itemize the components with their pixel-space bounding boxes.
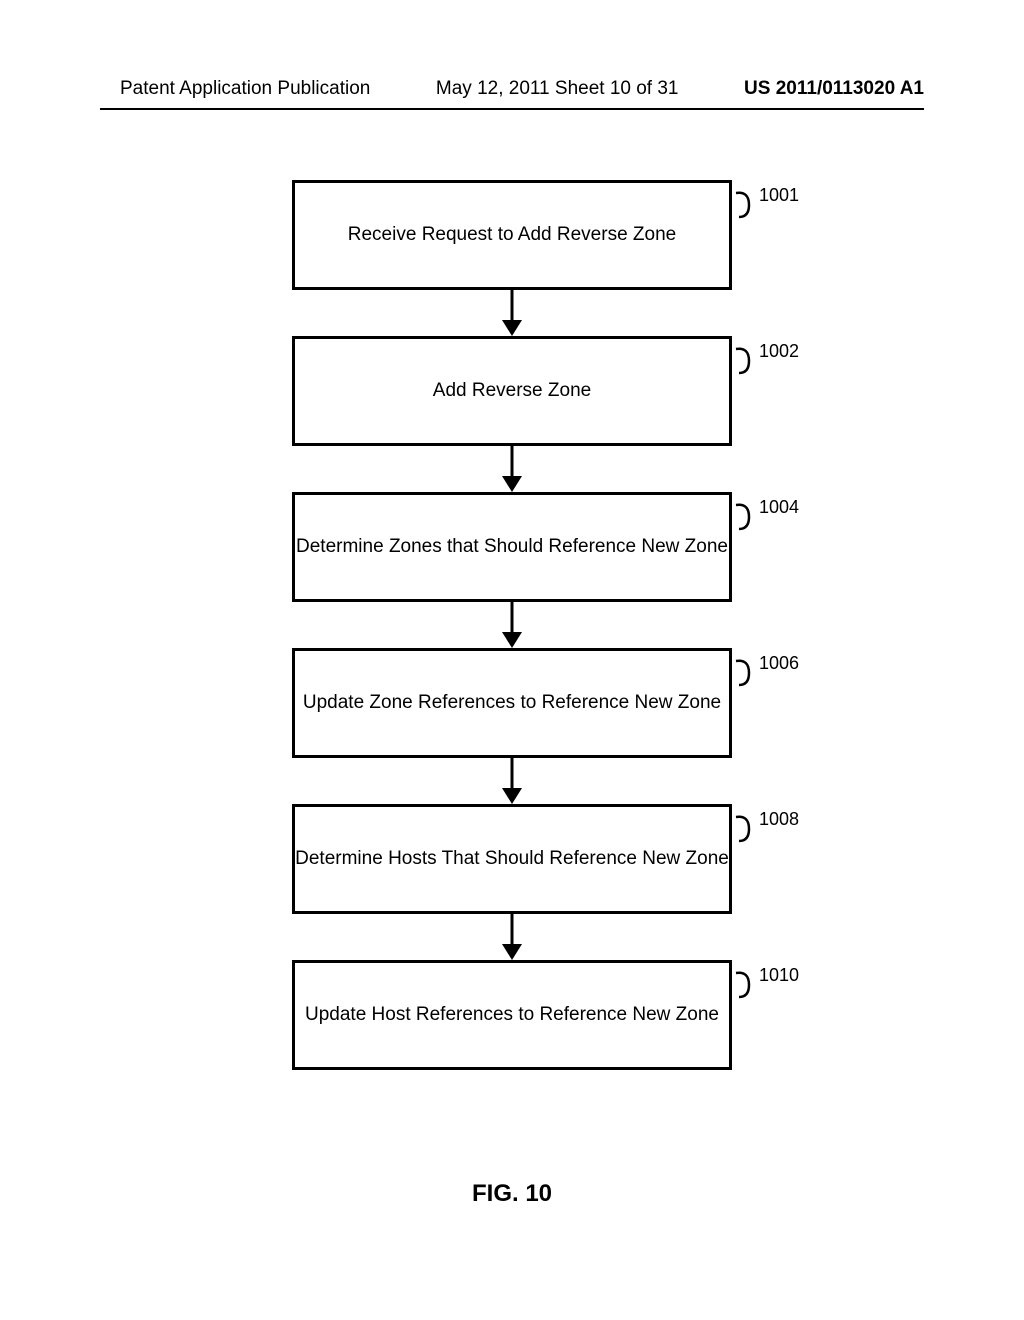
step-text: Determine Zones that Should Reference Ne… <box>296 536 728 558</box>
callout-hook-icon <box>735 659 757 687</box>
step-text: Determine Hosts That Should Reference Ne… <box>295 848 729 870</box>
reference-number: 1010 <box>759 965 799 986</box>
flow-node: Update Zone References to Reference New … <box>292 648 732 804</box>
step-text: Add Reverse Zone <box>433 380 591 402</box>
step-box-1002: Add Reverse Zone 1002 <box>292 336 732 446</box>
page-header: Patent Application Publication May 12, 2… <box>0 78 1024 100</box>
flow-node: Add Reverse Zone 1002 <box>292 336 732 492</box>
step-box-1006: Update Zone References to Reference New … <box>292 648 732 758</box>
callout-hook-icon <box>735 347 757 375</box>
flow-arrow <box>292 758 732 804</box>
figure-label: FIG. 10 <box>0 1180 1024 1208</box>
step-box-1008: Determine Hosts That Should Reference Ne… <box>292 804 732 914</box>
flow-node: Receive Request to Add Reverse Zone 1001 <box>292 180 732 336</box>
flowchart: Receive Request to Add Reverse Zone 1001… <box>0 180 1024 1070</box>
reference-callout: 1001 <box>735 191 799 219</box>
reference-callout: 1004 <box>735 503 799 531</box>
reference-number: 1008 <box>759 809 799 830</box>
reference-callout: 1006 <box>735 659 799 687</box>
step-text: Update Zone References to Reference New … <box>303 692 721 714</box>
flow-node: Determine Hosts That Should Reference Ne… <box>292 804 732 960</box>
header-right: US 2011/0113020 A1 <box>744 78 924 100</box>
callout-hook-icon <box>735 503 757 531</box>
step-box-1001: Receive Request to Add Reverse Zone 1001 <box>292 180 732 290</box>
page: Patent Application Publication May 12, 2… <box>0 0 1024 1320</box>
callout-hook-icon <box>735 815 757 843</box>
flow-node: Determine Zones that Should Reference Ne… <box>292 492 732 648</box>
reference-callout: 1010 <box>735 971 799 999</box>
flow-arrow <box>292 446 732 492</box>
reference-number: 1002 <box>759 341 799 362</box>
flow-arrow <box>292 602 732 648</box>
step-box-1004: Determine Zones that Should Reference Ne… <box>292 492 732 602</box>
header-center: May 12, 2011 Sheet 10 of 31 <box>436 78 679 100</box>
flow-arrow <box>292 914 732 960</box>
header-left: Patent Application Publication <box>120 78 370 100</box>
step-text: Update Host References to Reference New … <box>305 1004 719 1026</box>
step-box-1010: Update Host References to Reference New … <box>292 960 732 1070</box>
reference-callout: 1008 <box>735 815 799 843</box>
flow-arrow <box>292 290 732 336</box>
header-rule <box>100 108 924 110</box>
reference-number: 1006 <box>759 653 799 674</box>
step-text: Receive Request to Add Reverse Zone <box>348 224 676 246</box>
callout-hook-icon <box>735 191 757 219</box>
reference-callout: 1002 <box>735 347 799 375</box>
callout-hook-icon <box>735 971 757 999</box>
flow-node: Update Host References to Reference New … <box>292 960 732 1070</box>
reference-number: 1004 <box>759 497 799 518</box>
reference-number: 1001 <box>759 185 799 206</box>
